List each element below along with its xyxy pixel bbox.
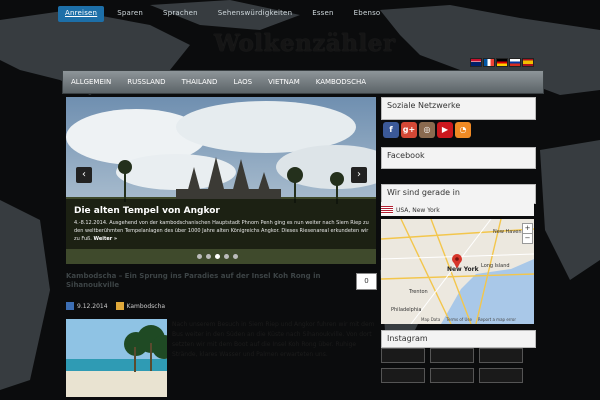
top-nav-item-anreisen[interactable]: Anreisen: [58, 6, 105, 22]
rss-icon[interactable]: ◔: [455, 122, 471, 138]
map-terms-link[interactable]: Terms of Use: [446, 317, 472, 322]
flag-ru-icon[interactable]: [509, 58, 521, 67]
slider-dot[interactable]: [233, 254, 238, 259]
post-category-link[interactable]: Kambodscha: [127, 303, 166, 310]
flag-es-icon[interactable]: [522, 58, 534, 67]
top-nav-item-sparen[interactable]: Sparen: [110, 6, 150, 22]
main-nav-item-laos[interactable]: LAOS: [225, 71, 260, 93]
social-icons: f g+ ◎ ▶ ◔: [383, 122, 471, 138]
current-location: USA, New York: [381, 206, 440, 214]
top-nav-item-ebenso[interactable]: Ebenso: [347, 6, 388, 22]
calendar-icon: [66, 302, 74, 310]
map-label-trenton: Trenton: [409, 289, 428, 295]
instagram-photo[interactable]: [381, 348, 425, 363]
flag-en-icon[interactable]: [470, 58, 482, 67]
top-navigation: Anreisen Sparen Sprachen Sehenswürdigkei…: [58, 6, 387, 22]
slider-pagination: [197, 254, 238, 259]
instagram-icon[interactable]: ◎: [419, 122, 435, 138]
location-widget: Wir sind gerade in: [381, 184, 536, 204]
instagram-photo[interactable]: [479, 368, 523, 383]
location-widget-title: Wir sind gerade in: [387, 188, 460, 197]
main-nav-item-thailand[interactable]: THAILAND: [174, 71, 226, 93]
main-navigation: ALLGEMEIN RUSSLAND THAILAND LAOS VIETNAM…: [62, 70, 544, 94]
map-label-new-haven: New Haven: [493, 229, 522, 235]
post-thumbnail[interactable]: [66, 319, 167, 397]
main-nav-item-kambodscha[interactable]: KAMBODSCHA: [308, 71, 374, 93]
top-nav-item-sprachen[interactable]: Sprachen: [156, 6, 205, 22]
googleplus-icon[interactable]: g+: [401, 122, 417, 138]
social-widget: Soziale Netzwerke: [381, 97, 536, 120]
instagram-widget-title: Instagram: [387, 334, 428, 343]
language-switcher: [470, 58, 534, 67]
beach-photo: [66, 319, 167, 397]
map-label-long-island: Long Island: [481, 263, 510, 269]
current-location-text: USA, New York: [396, 206, 440, 214]
post-title[interactable]: Kambodscha – Ein Sprung ins Paradies auf…: [66, 272, 342, 290]
instagram-photo[interactable]: [430, 348, 474, 363]
top-nav-item-essen[interactable]: Essen: [305, 6, 340, 22]
location-map[interactable]: New York New Haven Long Island Philadelp…: [381, 219, 534, 324]
main-nav-item-vietnam[interactable]: VIETNAM: [260, 71, 308, 93]
post-excerpt: Nach unserem Besuch in Siem Riep und Ang…: [172, 321, 375, 358]
folder-icon: [115, 302, 124, 310]
facebook-widget-title: Facebook: [387, 151, 425, 160]
slider-read-more-link[interactable]: Weiter »: [94, 236, 118, 242]
map-zoom-out-button[interactable]: −: [522, 233, 533, 244]
post-meta: 9.12.2014 Kambodscha: [66, 302, 165, 310]
instagram-photo[interactable]: [479, 348, 523, 363]
map-data-link[interactable]: Map Data: [421, 317, 440, 322]
flag-fr-icon[interactable]: [483, 58, 495, 67]
slider-caption-text: 4.-8.12.2014. Ausgehend von der kambodsc…: [74, 219, 370, 243]
facebook-icon[interactable]: f: [383, 122, 399, 138]
comment-count-badge[interactable]: 0: [356, 273, 377, 290]
instagram-grid: [381, 348, 523, 383]
slider-dot[interactable]: [197, 254, 202, 259]
post-date-text: 9.12.2014: [77, 302, 108, 310]
flag-de-icon[interactable]: [496, 58, 508, 67]
map-label-new-york: New York: [447, 266, 479, 273]
youtube-icon[interactable]: ▶: [437, 122, 453, 138]
map-footer: Map Data Terms of Use Report a map error: [421, 317, 516, 322]
main-nav-item-allgemein[interactable]: ALLGEMEIN: [63, 71, 119, 93]
slider-caption: Die alten Tempel von Angkor 4.-8.12.2014…: [66, 199, 376, 249]
slider-dot[interactable]: [224, 254, 229, 259]
slider-caption-title[interactable]: Die alten Tempel von Angkor: [74, 206, 220, 216]
post-date: 9.12.2014: [66, 302, 108, 310]
main-nav-item-russland[interactable]: RUSSLAND: [119, 71, 173, 93]
slider-next-button[interactable]: ›: [351, 167, 367, 183]
facebook-widget: Facebook: [381, 147, 536, 169]
slider-caption-body: 4.-8.12.2014. Ausgehend von der kambodsc…: [74, 220, 369, 242]
instagram-widget: Instagram: [381, 330, 536, 348]
slider-dot-active[interactable]: [215, 254, 220, 259]
post-category: Kambodscha: [115, 302, 166, 310]
top-nav-item-sehenswuerdigkeiten[interactable]: Sehenswürdigkeiten: [211, 6, 299, 22]
us-flag-icon: [381, 206, 393, 214]
instagram-photo[interactable]: [430, 368, 474, 383]
slider-dot[interactable]: [206, 254, 211, 259]
map-report-link[interactable]: Report a map error: [478, 317, 516, 322]
site-logo[interactable]: Wolkenzähler: [214, 30, 396, 57]
slider-prev-button[interactable]: ‹: [76, 167, 92, 183]
map-label-philadelphia: Philadelphia: [391, 307, 422, 313]
social-widget-title: Soziale Netzwerke: [387, 101, 461, 110]
instagram-photo[interactable]: [381, 368, 425, 383]
